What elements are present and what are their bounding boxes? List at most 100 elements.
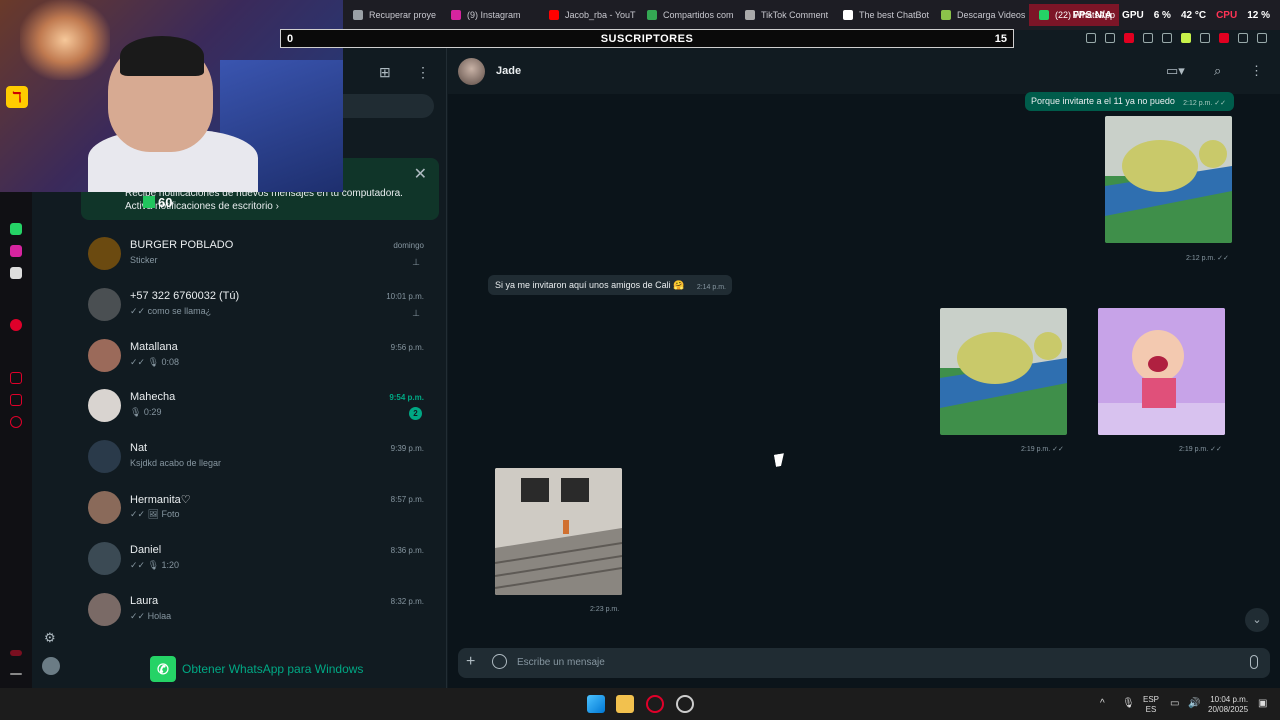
tab-label: Descarga Videos xyxy=(957,10,1026,20)
snapshot-icon[interactable] xyxy=(1105,33,1115,43)
contact-avatar[interactable] xyxy=(458,58,485,85)
gpu-temp: 42 °C xyxy=(1180,10,1207,21)
play-icon[interactable] xyxy=(1143,33,1153,43)
tab-favicon-icon xyxy=(647,10,657,20)
list-item[interactable]: BURGER POBLADO Sticker domingo ⊥ xyxy=(72,229,442,280)
list-item[interactable]: Laura ✓✓ Holaa 8:32 p.m. xyxy=(72,585,442,636)
chat-time: 8:32 p.m. xyxy=(390,596,424,606)
message-input[interactable]: Escribe un mensaje xyxy=(517,657,605,668)
list-item[interactable]: Hermanita♡ ✓✓ 🖼 Foto 8:57 p.m. xyxy=(72,483,442,534)
sticker-message[interactable] xyxy=(940,308,1067,435)
chat-preview: ✓✓ 🖼 Foto xyxy=(130,508,180,519)
new-chat-icon[interactable]: ⊞ xyxy=(379,64,391,81)
message-outgoing[interactable]: Porque invitarte a el 11 ya no puedo 2:1… xyxy=(1025,92,1234,111)
puzzle-icon[interactable] xyxy=(1200,33,1210,43)
gpu-value: 6 % xyxy=(1153,10,1171,21)
emoji-icon[interactable] xyxy=(492,654,507,669)
chat-preview: ✓✓ Holaa xyxy=(130,610,172,621)
scroll-down-button[interactable]: ⌄ xyxy=(1245,608,1269,632)
conversation-header[interactable]: Jade ▭▾ ⌕ ⋮ xyxy=(448,48,1280,94)
badge-value: 60 xyxy=(158,195,173,210)
list-item[interactable]: Daniel ✓✓ 🎙 1:20 8:36 p.m. xyxy=(72,534,442,585)
get-whatsapp-banner[interactable]: ✆ Obtener WhatsApp para Windows xyxy=(150,656,363,682)
search-icon[interactable]: ⌕ xyxy=(1214,63,1221,79)
chat-preview: ✓✓ como se llama¿ xyxy=(130,305,212,316)
message-time: 2:12 p.m. ✓✓ xyxy=(1186,255,1229,262)
menu-icon[interactable]: ⋮ xyxy=(416,64,430,81)
message-incoming[interactable]: Si ya me invitaron aquí unos amigos de C… xyxy=(488,275,732,295)
browser-toolbar-icons xyxy=(1086,30,1267,46)
tab-label: Recuperar proye xyxy=(369,10,437,20)
chevron-up-icon[interactable]: ^ xyxy=(1100,698,1105,709)
volume-icon[interactable]: 🔊 xyxy=(1188,698,1200,709)
mouse-cursor xyxy=(774,453,786,467)
subscriber-title: SUSCRIPTORES xyxy=(600,32,694,45)
browser-tab[interactable]: Jacob_rba - YouT xyxy=(539,4,637,26)
download-icon[interactable] xyxy=(1238,33,1248,43)
network-icon[interactable]: ▭ xyxy=(1170,698,1179,709)
app-icon[interactable] xyxy=(676,695,694,713)
video-call-icon[interactable]: ▭▾ xyxy=(1166,63,1185,79)
language-indicator[interactable]: ESP ES xyxy=(1143,695,1159,715)
clock[interactable]: 10:04 p.m. 20/08/2025 xyxy=(1208,695,1248,715)
extensions-icon[interactable] xyxy=(10,394,22,406)
chat-list: BURGER POBLADO Sticker domingo ⊥ +57 322 676… xyxy=(72,229,442,635)
tab-favicon-icon xyxy=(549,10,559,20)
browser-tab[interactable]: Recuperar proye xyxy=(343,4,441,26)
avatar xyxy=(88,541,121,575)
close-icon[interactable]: ✕ xyxy=(414,164,427,184)
avatar xyxy=(88,592,121,626)
more-icon[interactable] xyxy=(10,673,22,675)
list-item[interactable]: Nat Ksjdkd acabo de llegar 9:39 p.m. xyxy=(72,432,442,483)
history-icon[interactable] xyxy=(10,372,22,384)
mic-icon[interactable] xyxy=(1250,655,1258,669)
extension-icon[interactable] xyxy=(1181,33,1191,43)
opera-gx-icon[interactable] xyxy=(646,695,664,713)
whatsapp-icon[interactable] xyxy=(10,223,22,235)
sticker-message[interactable] xyxy=(1105,116,1232,243)
shield-icon[interactable] xyxy=(1124,33,1134,43)
opera-icon[interactable] xyxy=(10,319,22,331)
avatar xyxy=(88,440,121,474)
browser-tab[interactable]: (9) Instagram xyxy=(441,4,539,26)
sticker-image xyxy=(940,308,1067,435)
get-whatsapp-link[interactable]: Obtener WhatsApp para Windows xyxy=(182,662,363,676)
browser-tab[interactable]: The best ChatBot xyxy=(833,4,931,26)
tiktok-icon[interactable] xyxy=(10,267,22,279)
profile-icon[interactable] xyxy=(1219,33,1229,43)
photo-message[interactable] xyxy=(495,468,622,595)
list-item[interactable]: Mahecha 🎙 0:29 9:54 p.m. 2 xyxy=(72,381,442,432)
message-text: Si ya me invitaron aquí unos amigos de C… xyxy=(495,280,685,290)
contact-name[interactable]: Jade xyxy=(496,65,521,77)
tab-favicon-icon xyxy=(745,10,755,20)
attach-icon[interactable]: + xyxy=(466,653,475,671)
sticker-message[interactable] xyxy=(1098,308,1225,435)
gear-icon[interactable]: ⚙ xyxy=(44,630,56,646)
browser-tab[interactable]: Compartidos com xyxy=(637,4,735,26)
instagram-icon[interactable] xyxy=(10,245,22,257)
browser-tabs: Recuperar proye (9) Instagram Jacob_rba - … xyxy=(343,4,1119,26)
list-item[interactable]: +57 322 6760032 (Tú) ✓✓ como se llama¿ 10:… xyxy=(72,280,442,331)
message-time: 2:19 p.m. ✓✓ xyxy=(1021,446,1064,453)
start-icon[interactable] xyxy=(587,695,605,713)
avatar[interactable] xyxy=(42,657,60,675)
message-time: 2:14 p.m. xyxy=(696,284,726,291)
notification-icon[interactable]: ▣ xyxy=(1258,698,1267,709)
settings-icon[interactable] xyxy=(10,416,22,428)
cpu-label: CPU xyxy=(1216,10,1238,21)
gx-icon[interactable] xyxy=(10,650,22,656)
file-explorer-icon[interactable] xyxy=(616,695,634,713)
heart-icon[interactable] xyxy=(1162,33,1172,43)
hardware-monitor: FPS N/A GPU 6 % 42 °C CPU 12 % xyxy=(1073,10,1270,21)
menu-icon[interactable]: ⋮ xyxy=(1250,63,1263,79)
browser-tab[interactable]: Descarga Videos xyxy=(931,4,1029,26)
chat-name: BURGER POBLADO xyxy=(130,239,234,251)
mic-icon[interactable]: 🎙 xyxy=(1122,698,1135,709)
avatar xyxy=(88,389,121,423)
browser-tab[interactable]: TikTok Comment xyxy=(735,4,833,26)
list-item[interactable]: Matallana ✓✓ 🎙 0:08 9:56 p.m. xyxy=(72,331,442,382)
chat-name: Laura xyxy=(130,594,159,607)
keyboard-layout: ES xyxy=(1145,705,1157,714)
pin-icon[interactable] xyxy=(1086,33,1096,43)
easy-setup-icon[interactable] xyxy=(1257,33,1267,43)
